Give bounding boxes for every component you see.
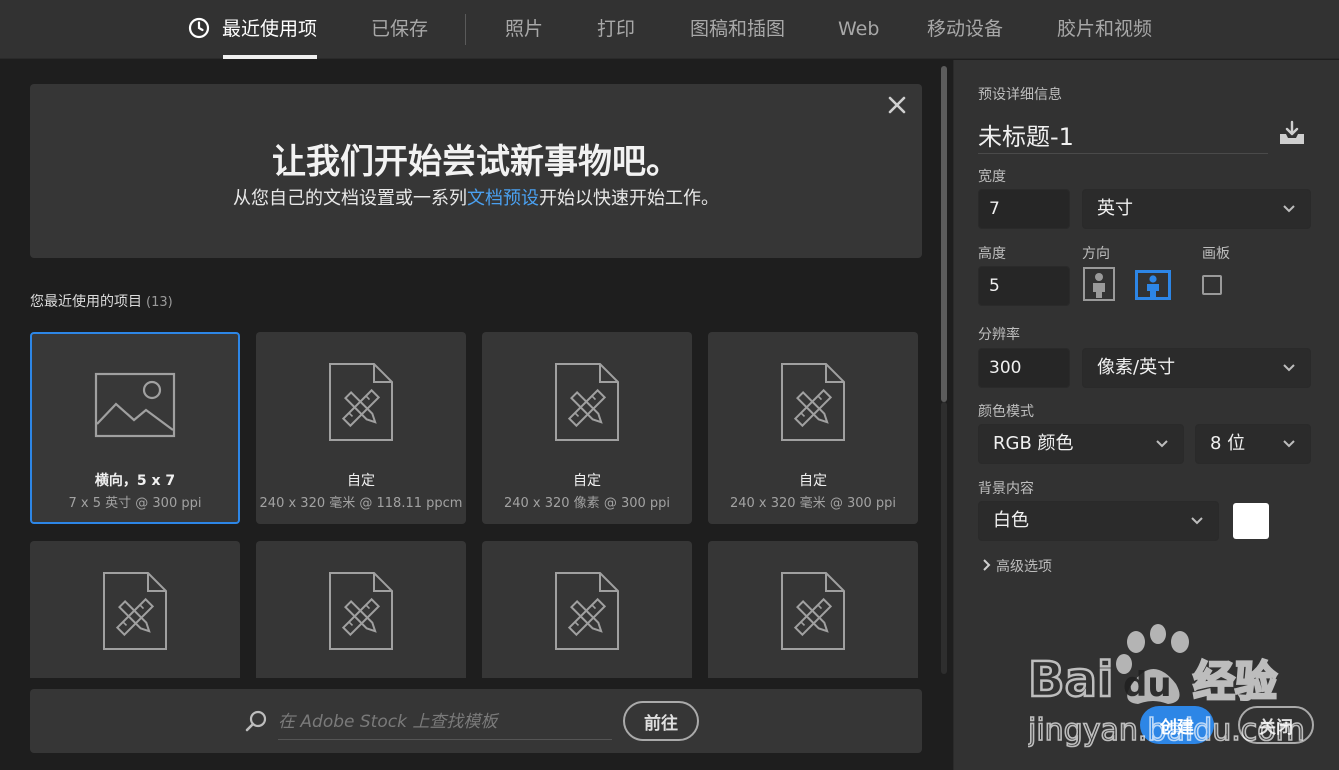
tab-label: 移动设备 xyxy=(927,18,1004,40)
artboard-checkbox[interactable] xyxy=(1202,275,1222,295)
document-presets-link[interactable]: 文档预设 xyxy=(467,188,539,209)
scrollbar-thumb[interactable] xyxy=(941,66,947,402)
preset-details-panel: 预设详细信息 宽度 英寸 高度 方向 画板 分辨率 像素/英寸 颜色模式 RGB… xyxy=(953,60,1339,770)
tab-print[interactable]: 打印 xyxy=(597,0,635,59)
artboard-label: 画板 xyxy=(1202,246,1230,262)
recent-item-card[interactable]: 横向，5 x 7 7 x 5 英寸 @ 300 ppi xyxy=(30,332,240,524)
chevron-down-icon xyxy=(1156,440,1168,448)
document-icon xyxy=(103,572,167,650)
top-tab-bar: 最近使用项 已保存 照片 打印 图稿和插图 Web 移动设备 胶片和视频 xyxy=(0,0,1339,59)
card-meta: 240 x 320 像素 @ 300 ppi xyxy=(503,496,671,511)
orientation-label: 方向 xyxy=(1082,246,1110,262)
chevron-down-icon xyxy=(1283,364,1295,372)
document-icon xyxy=(329,572,393,650)
document-icon xyxy=(555,363,619,441)
banner-subtitle: 从您自己的文档设置或一系列文档预设开始以快速开始工作。 xyxy=(30,184,922,210)
recent-items-grid: 横向，5 x 7 7 x 5 英寸 @ 300 ppi 自定 240 x 320… xyxy=(0,330,940,678)
card-meta: 240 x 320 毫米 @ 118.11 ppcm xyxy=(259,496,463,511)
tab-label: 胶片和视频 xyxy=(1057,18,1153,40)
search-icon xyxy=(245,710,267,732)
width-field[interactable] xyxy=(978,189,1070,229)
color-mode-select[interactable]: RGB 颜色 xyxy=(978,424,1184,464)
advanced-options-toggle[interactable]: 高级选项 xyxy=(982,556,1052,576)
banner-subtitle-text: 开始以快速开始工作。 xyxy=(539,188,719,209)
preset-section-label: 预设详细信息 xyxy=(978,87,1062,103)
tab-label: 照片 xyxy=(505,18,544,40)
landscape-orientation-icon[interactable] xyxy=(1135,270,1171,300)
welcome-banner: 让我们开始尝试新事物吧。 从您自己的文档设置或一系列文档预设开始以快速开始工作。 xyxy=(30,84,922,258)
close-icon[interactable] xyxy=(886,94,908,116)
tab-recent[interactable]: 最近使用项 xyxy=(188,0,318,59)
tab-film-video[interactable]: 胶片和视频 xyxy=(1057,0,1152,59)
chevron-down-icon xyxy=(1283,440,1295,448)
bit-depth-value: 8 位 xyxy=(1210,433,1246,454)
width-unit-select[interactable]: 英寸 xyxy=(1082,189,1311,229)
recent-item-card[interactable] xyxy=(30,541,240,678)
background-select[interactable]: 白色 xyxy=(978,501,1219,541)
document-icon xyxy=(329,363,393,441)
advanced-options-label: 高级选项 xyxy=(996,559,1052,575)
chevron-down-icon xyxy=(1283,205,1295,213)
resolution-field[interactable] xyxy=(978,348,1070,388)
recent-item-card[interactable] xyxy=(708,541,918,678)
portrait-orientation-icon[interactable] xyxy=(1082,267,1116,301)
tab-photo[interactable]: 照片 xyxy=(505,0,543,59)
height-label: 高度 xyxy=(978,246,1006,262)
tab-divider xyxy=(465,14,466,45)
recent-item-card[interactable]: 自定 240 x 320 毫米 @ 300 ppi xyxy=(708,332,918,524)
resolution-unit-select[interactable]: 像素/英寸 xyxy=(1082,348,1311,388)
recent-item-card[interactable] xyxy=(256,541,466,678)
document-title-field[interactable] xyxy=(978,116,1268,154)
document-icon xyxy=(781,572,845,650)
stock-search-bar: 前往 xyxy=(30,689,922,753)
tab-label: 最近使用项 xyxy=(222,18,318,40)
card-meta: 240 x 320 毫米 @ 300 ppi xyxy=(729,496,897,511)
create-button[interactable]: 创建 xyxy=(1140,706,1214,744)
chevron-right-icon xyxy=(983,559,991,571)
tab-label: 打印 xyxy=(597,18,636,40)
recent-items-title: 您最近使用的项目 xyxy=(30,294,142,310)
tab-saved[interactable]: 已保存 xyxy=(371,0,428,59)
tab-label: Web xyxy=(838,18,880,40)
tab-label: 已保存 xyxy=(371,18,429,40)
save-preset-icon[interactable] xyxy=(1278,120,1306,146)
card-meta: 7 x 5 英寸 @ 300 ppi xyxy=(68,496,202,511)
height-field[interactable] xyxy=(978,266,1070,306)
tab-label: 图稿和插图 xyxy=(690,18,786,40)
tab-web[interactable]: Web xyxy=(838,0,879,59)
tab-mobile[interactable]: 移动设备 xyxy=(927,0,1003,59)
background-label: 背景内容 xyxy=(978,481,1034,497)
card-name: 横向，5 x 7 xyxy=(94,473,176,489)
card-name: 自定 xyxy=(799,473,827,489)
width-unit-value: 英寸 xyxy=(1097,198,1133,219)
background-value: 白色 xyxy=(993,510,1029,531)
go-button[interactable]: 前往 xyxy=(623,701,699,741)
close-button[interactable]: 关闭 xyxy=(1238,706,1314,744)
resolution-label: 分辨率 xyxy=(978,327,1020,343)
tab-art-illustration[interactable]: 图稿和插图 xyxy=(690,0,785,59)
recent-item-card[interactable]: 自定 240 x 320 像素 @ 300 ppi xyxy=(482,332,692,524)
banner-subtitle-text: 从您自己的文档设置或一系列 xyxy=(233,188,467,209)
recent-items-header: 您最近使用的项目 (13) xyxy=(30,291,173,311)
clock-icon xyxy=(188,17,210,38)
recent-items-count: (13) xyxy=(146,295,173,310)
stock-search-input[interactable] xyxy=(278,704,612,740)
document-icon xyxy=(555,572,619,650)
color-mode-label: 颜色模式 xyxy=(978,404,1034,420)
width-label: 宽度 xyxy=(978,169,1006,185)
scrollbar-track[interactable] xyxy=(941,402,947,674)
color-mode-value: RGB 颜色 xyxy=(993,433,1074,454)
background-color-swatch[interactable] xyxy=(1233,503,1269,539)
recent-item-card[interactable] xyxy=(482,541,692,678)
chevron-down-icon xyxy=(1191,517,1203,525)
resolution-unit-value: 像素/英寸 xyxy=(1097,357,1176,378)
image-icon xyxy=(94,372,176,438)
banner-title: 让我们开始尝试新事物吧。 xyxy=(272,142,680,182)
card-name: 自定 xyxy=(573,473,601,489)
recent-item-card[interactable]: 自定 240 x 320 毫米 @ 118.11 ppcm xyxy=(256,332,466,524)
document-icon xyxy=(781,363,845,441)
card-name: 自定 xyxy=(347,473,375,489)
bit-depth-select[interactable]: 8 位 xyxy=(1195,424,1311,464)
